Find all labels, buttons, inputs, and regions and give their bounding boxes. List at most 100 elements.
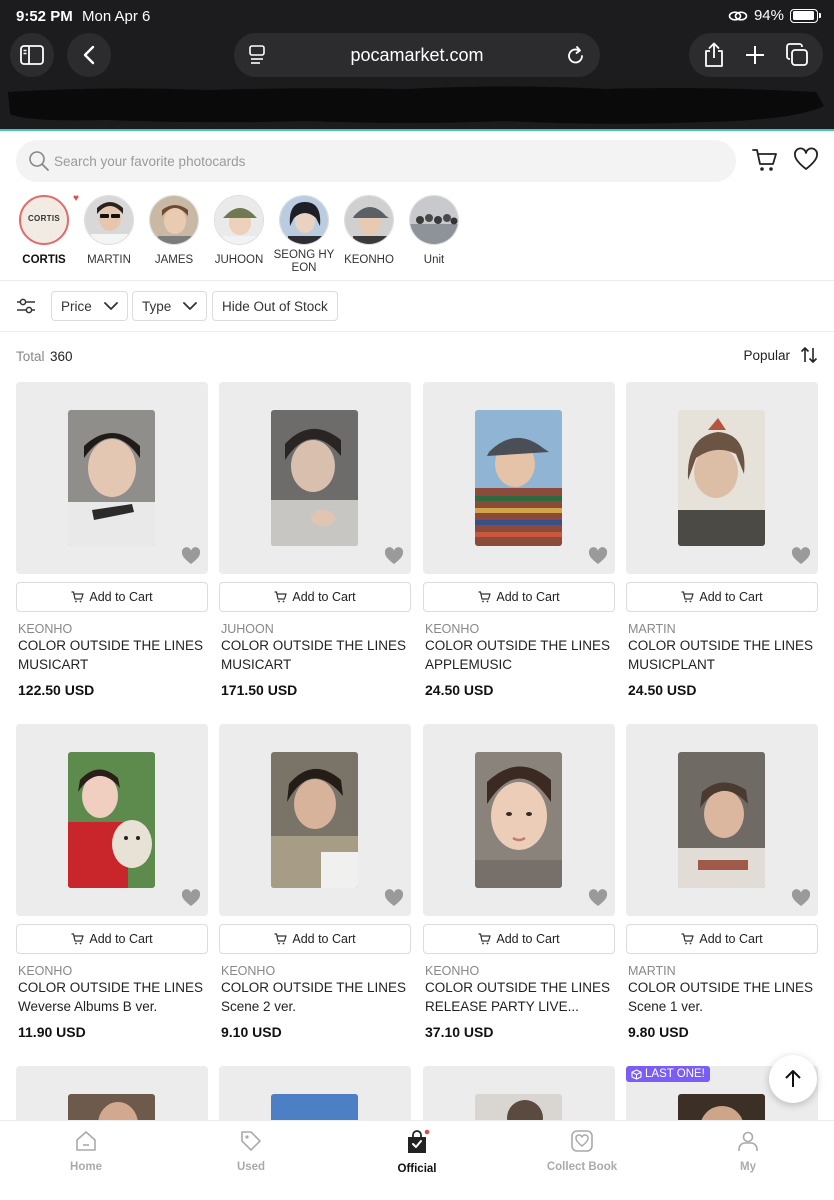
product-artist: MARTIN [628, 964, 676, 978]
status-bar: 9:52 PM Mon Apr 6 94% [0, 0, 834, 32]
product-title: COLOR OUTSIDE THE LINES [18, 980, 204, 995]
product-card[interactable]: Add to Cart MARTIN COLOR OUTSIDE THE LIN… [626, 382, 818, 698]
artist-item-james[interactable]: JAMES [139, 195, 209, 267]
wishlist-heart-icon[interactable] [793, 147, 819, 173]
tag-icon [241, 1131, 261, 1151]
chevron-left-icon [83, 45, 95, 65]
home-icon [76, 1131, 96, 1151]
nav-collect-book[interactable]: Collect Book [522, 1129, 642, 1173]
add-to-cart-button[interactable]: Add to Cart [219, 924, 411, 954]
wishlist-heart-icon[interactable] [588, 547, 608, 565]
product-card[interactable]: Add to Cart KEONHO COLOR OUTSIDE THE LIN… [219, 724, 411, 1040]
wishlist-heart-icon[interactable] [588, 889, 608, 907]
sidebar-toggle-button[interactable] [10, 33, 54, 77]
artist-item-cortis[interactable]: CORTIS ♥ CORTIS [9, 193, 79, 267]
product-price: 37.10 USD [425, 1024, 494, 1040]
product-card[interactable]: Add to Cart KEONHO COLOR OUTSIDE THE LIN… [423, 382, 615, 698]
add-to-cart-button[interactable]: Add to Cart [423, 582, 615, 612]
product-version: MUSICART [221, 657, 292, 672]
filter-settings-icon[interactable] [16, 297, 36, 315]
product-version: Scene 1 ver. [628, 999, 704, 1014]
wishlist-heart-icon[interactable] [384, 889, 404, 907]
artist-avatar: CORTIS [19, 195, 69, 245]
wishlist-heart-icon[interactable] [384, 547, 404, 565]
product-card[interactable]: Add to Cart KEONHO COLOR OUTSIDE THE LIN… [423, 724, 615, 1040]
add-to-cart-button[interactable]: Add to Cart [626, 582, 818, 612]
heart-book-icon [571, 1130, 593, 1152]
product-price: 122.50 USD [18, 682, 95, 698]
wishlist-heart-icon[interactable] [791, 889, 811, 907]
add-to-cart-button[interactable]: Add to Cart [16, 582, 208, 612]
scroll-to-top-button[interactable] [769, 1055, 817, 1103]
product-image-area[interactable] [626, 382, 818, 574]
photocard-image [678, 752, 765, 888]
price-filter-dropdown[interactable]: Price [51, 291, 128, 321]
artist-item-seonghyeon[interactable]: SEONG HY EON [269, 195, 339, 275]
product-title: COLOR OUTSIDE THE LINES [628, 980, 814, 995]
product-image-area[interactable] [219, 382, 411, 574]
battery-icon [790, 8, 821, 23]
artist-avatar [149, 195, 199, 245]
cart-icon [478, 933, 491, 945]
product-artist: MARTIN [628, 622, 676, 636]
tabs-overview-icon[interactable] [785, 43, 809, 67]
box-icon [631, 1068, 642, 1080]
product-title: COLOR OUTSIDE THE LINES [628, 638, 814, 653]
product-title: COLOR OUTSIDE THE LINES [221, 638, 407, 653]
browser-chrome: 9:52 PM Mon Apr 6 94% pocamarket.com [0, 0, 834, 131]
wishlist-heart-icon[interactable] [791, 547, 811, 565]
artist-item-martin[interactable]: MARTIN [74, 195, 144, 267]
product-title: COLOR OUTSIDE THE LINES [221, 980, 407, 995]
search-input[interactable] [54, 140, 714, 182]
status-time: 9:52 PM [16, 8, 73, 25]
artist-item-keonho[interactable]: KEONHO [334, 195, 404, 267]
cart-icon[interactable] [752, 147, 778, 173]
product-version: RELEASE PARTY LIVE... [425, 999, 579, 1014]
add-to-cart-button[interactable]: Add to Cart [626, 924, 818, 954]
hide-out-of-stock-toggle[interactable]: Hide Out of Stock [212, 291, 338, 321]
product-version: Scene 2 ver. [221, 999, 297, 1014]
new-tab-icon[interactable] [744, 44, 766, 66]
product-price: 9.80 USD [628, 1024, 689, 1040]
product-version: Weverse Albums B ver. [18, 999, 158, 1014]
artist-avatar [279, 195, 329, 245]
back-button[interactable] [67, 33, 111, 77]
add-to-cart-label: Add to Cart [292, 932, 356, 946]
sort-dropdown[interactable]: Popular [743, 346, 818, 364]
chevron-down-icon [103, 302, 118, 310]
nav-home[interactable]: Home [26, 1129, 146, 1173]
wishlist-heart-icon[interactable] [181, 547, 201, 565]
product-image-area[interactable] [219, 724, 411, 916]
address-bar[interactable]: pocamarket.com [234, 33, 600, 77]
product-card[interactable]: Add to Cart MARTIN COLOR OUTSIDE THE LIN… [626, 724, 818, 1040]
type-filter-dropdown[interactable]: Type [132, 291, 208, 321]
add-to-cart-button[interactable]: Add to Cart [219, 582, 411, 612]
product-card[interactable]: Add to Cart JUHOON COLOR OUTSIDE THE LIN… [219, 382, 411, 698]
product-image-area[interactable] [626, 724, 818, 916]
product-version: MUSICPLANT [628, 657, 716, 672]
status-date: Mon Apr 6 [82, 8, 151, 25]
product-image-area[interactable] [423, 724, 615, 916]
artist-item-unit[interactable]: Unit [399, 195, 469, 267]
product-title: COLOR OUTSIDE THE LINES [425, 638, 611, 653]
product-card[interactable]: Add to Cart KEONHO COLOR OUTSIDE THE LIN… [16, 724, 208, 1040]
wishlist-heart-icon[interactable] [181, 889, 201, 907]
nav-my[interactable]: My [688, 1129, 808, 1173]
nav-used[interactable]: Used [191, 1129, 311, 1173]
product-image-area[interactable] [423, 382, 615, 574]
search-bar[interactable] [16, 140, 736, 182]
nav-official[interactable]: Official [357, 1129, 477, 1175]
product-image-area[interactable] [16, 724, 208, 916]
divider [0, 280, 834, 281]
cart-icon [71, 591, 84, 603]
add-to-cart-button[interactable]: Add to Cart [423, 924, 615, 954]
sort-arrows-icon [800, 347, 818, 363]
search-icon [29, 151, 49, 171]
reload-icon[interactable] [566, 44, 586, 66]
product-image-area[interactable] [16, 382, 208, 574]
artist-item-juhoon[interactable]: JUHOON [204, 195, 274, 267]
product-card[interactable]: Add to Cart KEONHO COLOR OUTSIDE THE LIN… [16, 382, 208, 698]
add-to-cart-button[interactable]: Add to Cart [16, 924, 208, 954]
share-icon[interactable] [703, 42, 725, 68]
shopping-bag-icon [408, 1129, 430, 1153]
